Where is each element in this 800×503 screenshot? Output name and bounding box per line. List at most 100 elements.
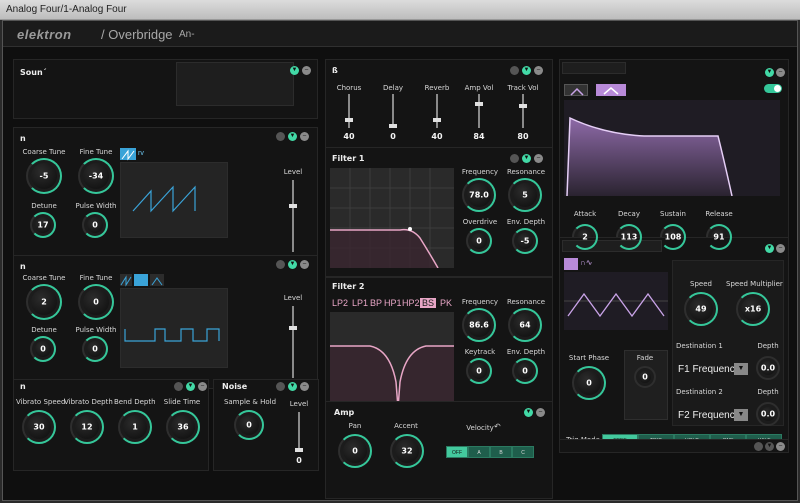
osc2-detune-knob[interactable]: 0 <box>30 336 56 362</box>
osc2-grid-icon[interactable] <box>276 260 285 269</box>
filter2-type-lp1[interactable]: LP1 <box>352 298 368 308</box>
sustain-knob[interactable]: 108 <box>660 224 686 250</box>
osc1-pw-knob[interactable]: 0 <box>82 212 108 238</box>
track-vol-slider[interactable] <box>522 94 524 128</box>
chorus-slider-handle[interactable] <box>345 118 353 122</box>
env-shape-button-2[interactable] <box>596 84 626 96</box>
osc2-expand-icon[interactable]: ▼ <box>288 260 297 269</box>
osc2-wave-button-pulse[interactable] <box>134 274 148 286</box>
filter2-response-graph[interactable] <box>330 312 454 410</box>
osc1-fine-knob[interactable]: -34 <box>78 158 114 194</box>
slide-time-knob[interactable]: 36 <box>166 410 200 444</box>
osc1-wave-button[interactable] <box>120 148 136 161</box>
osc1-coarse-knob[interactable]: -5 <box>26 158 62 194</box>
env-shape-button-1[interactable] <box>564 84 588 96</box>
filter2-env-knob[interactable]: 0 <box>512 358 538 384</box>
osc2-wave-button-tri[interactable] <box>150 274 164 286</box>
noise-collapse-icon[interactable]: – <box>300 382 309 391</box>
collapsed-expand-icon[interactable]: ▼ <box>765 442 774 451</box>
track-vol-slider-handle[interactable] <box>519 104 527 108</box>
vibrato-grid-icon[interactable] <box>174 382 183 391</box>
osc2-collapse-icon[interactable]: – <box>300 260 309 269</box>
envelope-expand-icon[interactable]: ▼ <box>765 68 774 77</box>
filter2-type-pk[interactable]: PK <box>440 298 452 308</box>
decay-knob[interactable]: 113 <box>616 224 642 250</box>
noise-expand-icon[interactable]: ▼ <box>288 382 297 391</box>
lfo-wave-button[interactable] <box>564 258 578 270</box>
reverb-slider-handle[interactable] <box>433 118 441 122</box>
vibrato-expand-icon[interactable]: ▼ <box>186 382 195 391</box>
delay-slider-handle[interactable] <box>389 124 397 128</box>
lfo-wave-icon[interactable]: ∩∿ <box>580 258 592 267</box>
noise-level-slider[interactable] <box>298 412 300 452</box>
bend-depth-knob[interactable]: 1 <box>118 410 152 444</box>
fx-grid-icon[interactable] <box>510 66 519 75</box>
sound-collapse-icon[interactable]: – <box>302 66 311 75</box>
amp-collapse-icon[interactable]: – <box>536 408 545 417</box>
envelope-graph[interactable] <box>564 100 780 197</box>
filter1-res-knob[interactable]: 5 <box>508 178 542 212</box>
velocity-off-button[interactable]: OFF <box>446 446 468 458</box>
lfo-mult-knob[interactable]: x16 <box>736 292 770 326</box>
sample-hold-knob[interactable]: 0 <box>234 410 264 440</box>
fx-collapse-icon[interactable]: – <box>534 66 543 75</box>
velocity-curve-icon[interactable]: ↶ <box>494 422 501 431</box>
filter2-keytrack-knob[interactable]: 0 <box>466 358 492 384</box>
osc2-level-handle[interactable] <box>289 326 297 330</box>
osc2-coarse-knob[interactable]: 2 <box>26 284 62 320</box>
destination2-dropdown-icon[interactable]: ▼ <box>734 409 748 421</box>
fade-knob[interactable]: 0 <box>634 366 656 388</box>
amp-expand-icon[interactable]: ▼ <box>524 408 533 417</box>
pan-knob[interactable]: 0 <box>338 434 372 468</box>
destination2-value[interactable]: F2 Frequency <box>678 410 740 421</box>
osc2-level-slider[interactable] <box>292 306 294 378</box>
accent-knob[interactable]: 32 <box>390 434 424 468</box>
sound-name-display[interactable] <box>176 62 294 106</box>
filter2-freq-knob[interactable]: 86.6 <box>462 308 496 342</box>
filter1-overdrive-knob[interactable]: 0 <box>466 228 492 254</box>
start-phase-knob[interactable]: 0 <box>572 366 606 400</box>
osc1-collapse-icon[interactable]: – <box>300 132 309 141</box>
filter1-freq-knob[interactable]: 78.0 <box>462 178 496 212</box>
filter1-grid-icon[interactable] <box>510 154 519 163</box>
collapsed-collapse-icon[interactable]: – <box>776 442 785 451</box>
attack-knob[interactable]: 2 <box>572 224 598 250</box>
destination1-dropdown-icon[interactable]: ▼ <box>734 363 748 375</box>
amp-vol-slider-handle[interactable] <box>475 102 483 106</box>
envelope-name-display[interactable] <box>562 62 626 74</box>
filter2-type-bp[interactable]: BP <box>370 298 382 308</box>
osc1-detune-knob[interactable]: 17 <box>30 212 56 238</box>
sound-expand-icon[interactable]: ▼ <box>290 66 299 75</box>
depth1-knob[interactable]: 0.0 <box>756 356 780 380</box>
filter1-response-graph[interactable] <box>330 168 454 269</box>
lfo-expand-icon[interactable]: ▼ <box>765 244 774 253</box>
velocity-a-button[interactable]: A <box>468 446 490 458</box>
chorus-slider[interactable] <box>348 94 350 128</box>
velocity-b-button[interactable]: B <box>490 446 512 458</box>
osc1-grid-icon[interactable] <box>276 132 285 141</box>
filter1-expand-icon[interactable]: ▼ <box>522 154 531 163</box>
vibrato-depth-knob[interactable]: 12 <box>70 410 104 444</box>
osc1-level-slider[interactable] <box>292 180 294 252</box>
filter1-collapse-icon[interactable]: – <box>534 154 543 163</box>
reverb-slider[interactable] <box>436 94 438 128</box>
collapsed-grid-icon[interactable] <box>754 442 763 451</box>
osc2-pw-knob[interactable]: 0 <box>82 336 108 362</box>
noise-level-handle[interactable] <box>295 448 303 452</box>
lfo-speed-knob[interactable]: 49 <box>684 292 718 326</box>
filter2-type-bs[interactable]: BS <box>420 298 437 308</box>
filter2-res-knob[interactable]: 64 <box>508 308 542 342</box>
destination1-value[interactable]: F1 Frequency <box>678 364 740 375</box>
filter2-type-hp1[interactable]: HP1 <box>384 298 402 308</box>
envelope-collapse-icon[interactable]: – <box>776 68 785 77</box>
depth2-knob[interactable]: 0.0 <box>756 402 780 426</box>
vibrato-speed-knob[interactable]: 30 <box>22 410 56 444</box>
release-knob[interactable]: 91 <box>706 224 732 250</box>
fx-expand-icon[interactable]: ▼ <box>522 66 531 75</box>
vibrato-collapse-icon[interactable]: – <box>198 382 207 391</box>
amp-vol-slider[interactable] <box>478 94 480 128</box>
envelope-toggle[interactable] <box>764 84 782 93</box>
filter2-type-hp2[interactable]: HP2 <box>402 298 420 308</box>
velocity-c-button[interactable]: C <box>512 446 534 458</box>
osc1-expand-icon[interactable]: ▼ <box>288 132 297 141</box>
